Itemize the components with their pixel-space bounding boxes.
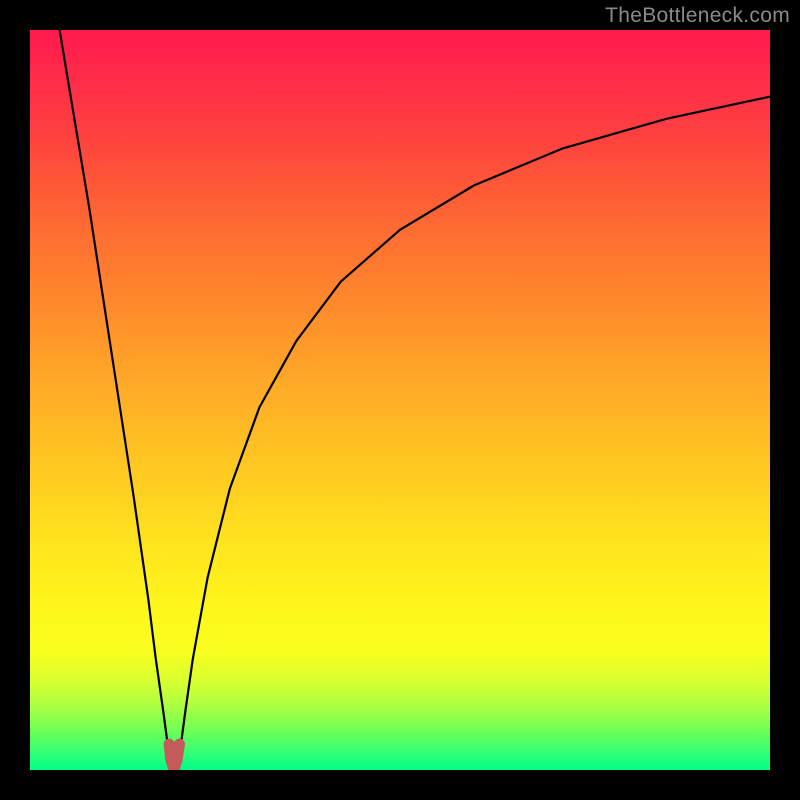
curves-layer [30,30,770,770]
watermark-text: TheBottleneck.com [605,4,790,28]
left-branch-curve [60,30,170,755]
right-branch-curve [179,97,770,756]
plot-area [30,30,770,770]
chart-frame: TheBottleneck.com [0,0,800,800]
optimum-marker [169,744,179,766]
